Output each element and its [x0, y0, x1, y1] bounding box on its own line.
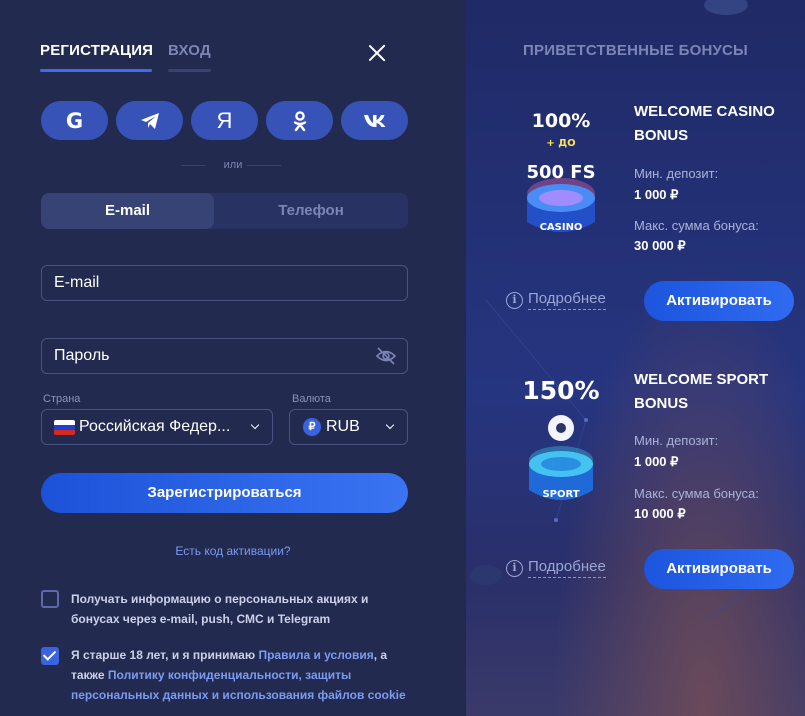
email-field[interactable]: E-mail [41, 265, 408, 301]
register-button[interactable]: Зарегистрироваться [41, 473, 408, 513]
casino-min-deposit-label: Мин. депозит: [634, 166, 719, 181]
email-placeholder: E-mail [54, 274, 100, 291]
tab-login[interactable]: ВХОД [168, 42, 211, 59]
casino-min-deposit-value: 1 000 ₽ [634, 187, 679, 202]
casino-activate-button[interactable]: Активировать [644, 281, 794, 321]
tab-register-underline [40, 69, 152, 72]
sport-min-deposit-value: 1 000 ₽ [634, 454, 679, 469]
sport-details-link[interactable]: i Подробнее [506, 558, 606, 578]
country-value: Российская Федер... [79, 418, 231, 435]
age-terms-text: Я старше 18 лет, и я принимаю Правила и … [71, 645, 416, 705]
registration-panel: РЕГИСТРАЦИЯ ВХОД G Я или E-mail Телефон … [0, 0, 466, 716]
marketing-consent-checkbox[interactable] [41, 590, 59, 608]
sport-details-text: Подробнее [528, 558, 606, 578]
info-icon: i [506, 559, 523, 577]
sport-min-deposit-label: Мин. депозит: [634, 433, 719, 448]
vk-icon [363, 114, 385, 127]
age-terms-checkbox[interactable] [41, 647, 59, 665]
chevron-down-icon [385, 420, 395, 430]
google-login-button[interactable]: G [41, 101, 108, 140]
chevron-down-icon [250, 420, 260, 430]
casino-art-label: CASINO [539, 222, 583, 233]
casino-max-bonus-value: 30 000 ₽ [634, 238, 686, 253]
ruble-icon: ₽ [303, 418, 321, 436]
toggle-phone[interactable]: Телефон [214, 193, 408, 229]
country-select[interactable]: Российская Федер... [41, 409, 273, 445]
bonuses-heading: ПРИВЕТСТВЕННЫЕ БОНУСЫ [523, 42, 748, 59]
currency-label: Валюта [292, 393, 331, 405]
sport-bonus-title: WELCOME SPORT BONUS [634, 371, 769, 412]
divider-right [247, 165, 281, 166]
vk-login-button[interactable] [341, 101, 408, 140]
sport-max-bonus-label: Макс. сумма бонуса: [634, 486, 759, 501]
sport-max-bonus-value: 10 000 ₽ [634, 506, 686, 521]
sport-art-percent: 150% [522, 376, 600, 405]
yandex-login-button[interactable]: Я [191, 101, 258, 140]
telegram-login-button[interactable] [116, 101, 183, 140]
telegram-icon [140, 112, 159, 129]
privacy-link[interactable]: Политику конфиденциальности, защиты перс… [71, 668, 406, 702]
promo-code-link[interactable]: Есть код активации? [0, 544, 466, 558]
odnoklassniki-login-button[interactable] [266, 101, 333, 140]
marketing-consent-text: Получать информацию о персональных акция… [71, 592, 369, 626]
tab-register[interactable]: РЕГИСТРАЦИЯ [40, 42, 153, 59]
casino-bonus-art: 100% + ДО 500 FS CASINO [516, 106, 606, 246]
casino-details-text: Подробнее [528, 290, 606, 310]
country-label: Страна [43, 393, 81, 405]
sport-art-label: SPORT [542, 489, 580, 500]
toggle-email[interactable]: E-mail [41, 193, 214, 229]
age-terms-prefix: Я старше 18 лет, и я принимаю [71, 648, 259, 662]
info-icon: i [506, 291, 523, 309]
eye-off-icon[interactable] [375, 346, 397, 366]
casino-art-up-to: + ДО [546, 138, 576, 149]
casino-details-link[interactable]: i Подробнее [506, 290, 606, 310]
tab-login-underline [168, 69, 211, 72]
casino-chip-icon [527, 178, 595, 232]
sport-activate-button[interactable]: Активировать [644, 549, 794, 589]
currency-select[interactable]: ₽ RUB [289, 409, 408, 445]
currency-value: RUB [326, 418, 360, 435]
casino-art-percent: 100% [531, 110, 591, 132]
odnoklassniki-icon [293, 110, 306, 131]
google-icon: G [65, 108, 84, 133]
russia-flag-icon [54, 420, 75, 435]
sport-bonus-art: 150% SPORT [516, 374, 606, 514]
yandex-icon: Я [216, 107, 233, 133]
password-placeholder: Пароль [54, 347, 110, 364]
casino-max-bonus-label: Макс. сумма бонуса: [634, 218, 759, 233]
close-icon[interactable] [366, 42, 388, 64]
casino-bonus-title: WELCOME CASINO BONUS [634, 103, 775, 144]
bonuses-panel: ПРИВЕТСТВЕННЫЕ БОНУСЫ 100% + ДО 500 FS C… [466, 0, 805, 716]
password-field[interactable]: Пароль [41, 338, 408, 374]
divider-text: или [223, 159, 243, 171]
signup-method-toggle: E-mail Телефон [41, 193, 408, 229]
terms-link[interactable]: Правила и условия [258, 648, 373, 662]
